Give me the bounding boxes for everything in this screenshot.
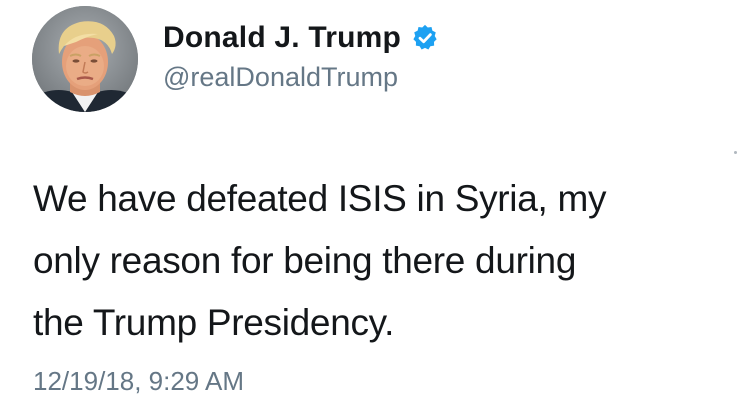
profile-photo [32, 6, 138, 112]
tweet-card: Donald J. Trump @realDonaldTrump We have… [0, 0, 742, 416]
user-name-row: Donald J. Trump [163, 18, 440, 58]
verified-badge-icon [410, 23, 440, 53]
more-options-icon[interactable] [734, 151, 737, 154]
user-handle[interactable]: @realDonaldTrump [163, 62, 398, 93]
tweet-text: We have defeated ISIS in Syria, my only … [33, 178, 607, 343]
display-name[interactable]: Donald J. Trump [163, 21, 401, 55]
avatar[interactable] [32, 6, 138, 112]
tweet-timestamp[interactable]: 12/19/18, 9:29 AM [33, 366, 244, 397]
